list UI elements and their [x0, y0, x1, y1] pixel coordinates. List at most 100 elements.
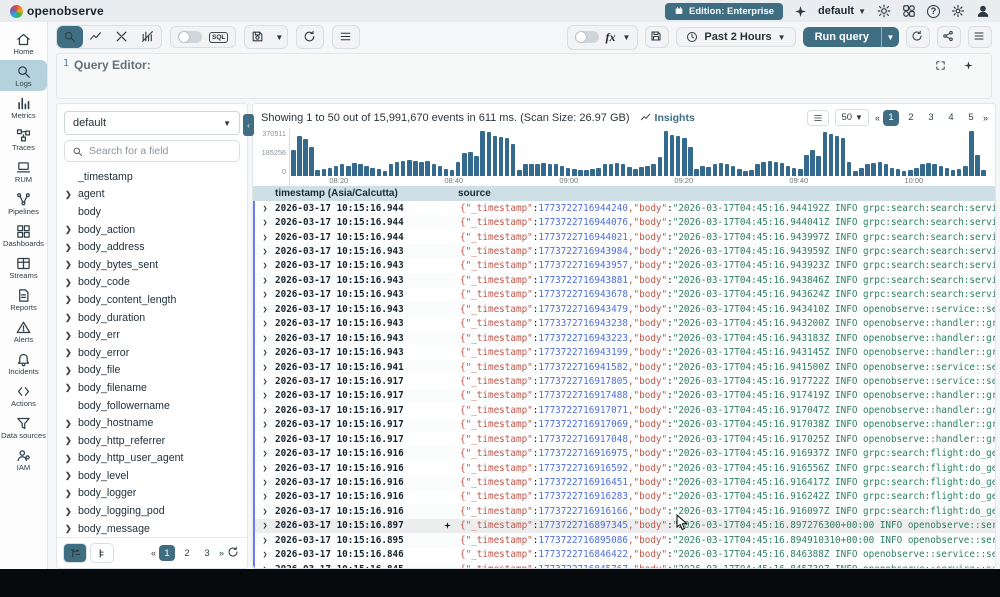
run-query-dropdown[interactable]: ▼ — [881, 27, 899, 47]
histogram-bar[interactable] — [462, 153, 467, 176]
histogram-bar[interactable] — [816, 156, 821, 176]
sidebar-item-alerts[interactable]: Alerts — [0, 316, 47, 347]
histogram-bar[interactable] — [603, 164, 608, 176]
histogram-bar[interactable] — [835, 136, 840, 176]
histogram-bar[interactable] — [438, 166, 443, 176]
expand-chevron-icon[interactable]: ❯ — [65, 190, 73, 199]
expand-row-icon[interactable]: ❯ — [255, 276, 275, 285]
apps-icon[interactable] — [902, 4, 916, 18]
field-item-body_logger[interactable]: ❯ body_logger — [57, 485, 247, 503]
sparkle-icon[interactable] — [794, 5, 807, 18]
sidebar-item-metrics[interactable]: Metrics — [0, 92, 47, 123]
histogram-bar[interactable] — [963, 166, 968, 176]
histogram-bar[interactable] — [633, 169, 638, 176]
histogram-bar[interactable] — [523, 164, 528, 176]
more-menu-button[interactable] — [968, 26, 992, 48]
histogram-bar[interactable] — [370, 168, 375, 176]
table-row[interactable]: ❯2026-03-17 10:15:16.916{"_timestamp":17… — [255, 446, 995, 460]
sidebar-item-data-sources[interactable]: Data sources — [0, 412, 47, 443]
field-item-body_code[interactable]: ❯ body_code — [57, 274, 247, 292]
table-row[interactable]: ❯2026-03-17 10:15:16.916{"_timestamp":17… — [255, 461, 995, 475]
page-button-2[interactable]: 2 — [903, 110, 919, 126]
histogram-bar[interactable] — [841, 138, 846, 176]
table-row[interactable]: ❯2026-03-17 10:15:16.943{"_timestamp":17… — [255, 273, 995, 287]
field-item-body_http_referrer[interactable]: ❯ body_http_referrer — [57, 432, 247, 450]
sidebar-item-traces[interactable]: Traces — [0, 124, 47, 155]
field-item-body[interactable]: body — [57, 203, 247, 221]
histogram-bar[interactable] — [645, 166, 650, 176]
histogram-bar[interactable] — [468, 152, 473, 176]
histogram-bar[interactable] — [480, 131, 485, 176]
histogram-bar[interactable] — [682, 138, 687, 176]
histogram-bar[interactable] — [322, 169, 327, 176]
histogram-bar[interactable] — [358, 164, 363, 176]
histogram-bar[interactable] — [352, 163, 357, 176]
page-button-1[interactable]: 1 — [883, 110, 899, 126]
histogram-bar[interactable] — [688, 147, 693, 176]
visualize-mode-button[interactable] — [83, 26, 109, 48]
histogram-bar[interactable] — [878, 162, 883, 176]
histogram-bar[interactable] — [511, 144, 516, 176]
auto-refresh-button[interactable] — [906, 26, 930, 48]
histogram-bar[interactable] — [658, 157, 663, 176]
expand-chevron-icon[interactable]: ❯ — [65, 278, 73, 287]
histogram-bar[interactable] — [847, 162, 852, 176]
expand-row-icon[interactable]: ❯ — [255, 334, 275, 343]
page-button-1[interactable]: 1 — [159, 545, 175, 561]
page-button-2[interactable]: 2 — [179, 545, 195, 561]
histogram-bar[interactable] — [303, 139, 308, 176]
expand-chevron-icon[interactable]: ❯ — [65, 524, 73, 533]
run-query-button[interactable]: Run query ▼ — [803, 27, 899, 47]
histogram-bar[interactable] — [969, 131, 974, 176]
field-item-body_level[interactable]: ❯ body_level — [57, 467, 247, 485]
expand-editor-icon[interactable] — [935, 60, 949, 74]
histogram-bar[interactable] — [413, 161, 418, 176]
expand-chevron-icon[interactable]: ❯ — [65, 260, 73, 269]
histogram-bar[interactable] — [780, 163, 785, 176]
sidebar-item-streams[interactable]: Streams — [0, 252, 47, 283]
histogram-bar[interactable] — [670, 135, 675, 176]
field-item-body_duration[interactable]: ❯ body_duration — [57, 309, 247, 327]
time-range-selector[interactable]: Past 2 Hours ▼ — [676, 27, 795, 47]
collapse-fields-button[interactable]: ‹ — [243, 114, 254, 136]
expand-row-icon[interactable]: ❯ — [255, 363, 275, 372]
field-item-body_http_user_agent[interactable]: ❯ body_http_user_agent — [57, 450, 247, 468]
histogram-bar[interactable] — [829, 134, 834, 176]
last-page-button[interactable]: » — [219, 548, 223, 558]
table-row[interactable]: ❯2026-03-17 10:15:16.943{"_timestamp":17… — [255, 317, 995, 331]
sql-mode-toggle[interactable] — [178, 31, 202, 43]
expand-row-icon[interactable]: ❯ — [255, 391, 275, 400]
sidebar-item-rum[interactable]: RUM — [0, 156, 47, 187]
field-item-body_file[interactable]: ❯ body_file — [57, 362, 247, 380]
histogram-bar[interactable] — [596, 168, 601, 176]
share-button[interactable] — [937, 26, 961, 48]
histogram-bar[interactable] — [639, 167, 644, 176]
field-item-body_action[interactable]: ❯ body_action — [57, 221, 247, 239]
histogram-bar[interactable] — [609, 164, 614, 176]
histogram-bar[interactable] — [328, 168, 333, 176]
histogram-bar[interactable] — [364, 166, 369, 176]
row-star-icon[interactable] — [435, 521, 460, 530]
histogram-bar[interactable] — [706, 167, 711, 176]
organization-selector[interactable]: default ▼ — [818, 5, 866, 17]
histogram-bar[interactable] — [474, 156, 479, 176]
histogram-bar[interactable] — [499, 137, 504, 176]
field-item-body_content_length[interactable]: ❯ body_content_length — [57, 291, 247, 309]
search-mode-button[interactable] — [57, 26, 83, 48]
table-row[interactable]: ❯2026-03-17 10:15:16.943{"_timestamp":17… — [255, 259, 995, 273]
page-button-3[interactable]: 3 — [923, 110, 939, 126]
table-row[interactable]: ❯2026-03-17 10:15:16.845{"_timestamp":17… — [255, 562, 995, 568]
first-page-button[interactable]: « — [875, 113, 879, 123]
expand-row-icon[interactable]: ❯ — [255, 305, 275, 314]
table-row[interactable]: ❯2026-03-17 10:15:16.943{"_timestamp":17… — [255, 288, 995, 302]
field-search-input[interactable]: Search for a field — [64, 140, 240, 162]
expand-row-icon[interactable]: ❯ — [255, 218, 275, 227]
histogram-bar[interactable] — [731, 166, 736, 176]
histogram-bar[interactable] — [896, 169, 901, 176]
histogram-bar[interactable] — [389, 164, 394, 176]
histogram-bar[interactable] — [560, 166, 565, 176]
expand-row-icon[interactable]: ❯ — [255, 233, 275, 242]
histogram-bar[interactable] — [377, 169, 382, 176]
field-item-body_bytes_sent[interactable]: ❯ body_bytes_sent — [57, 256, 247, 274]
timestamp-column-header[interactable]: timestamp (Asia/Calcutta) — [253, 188, 458, 199]
